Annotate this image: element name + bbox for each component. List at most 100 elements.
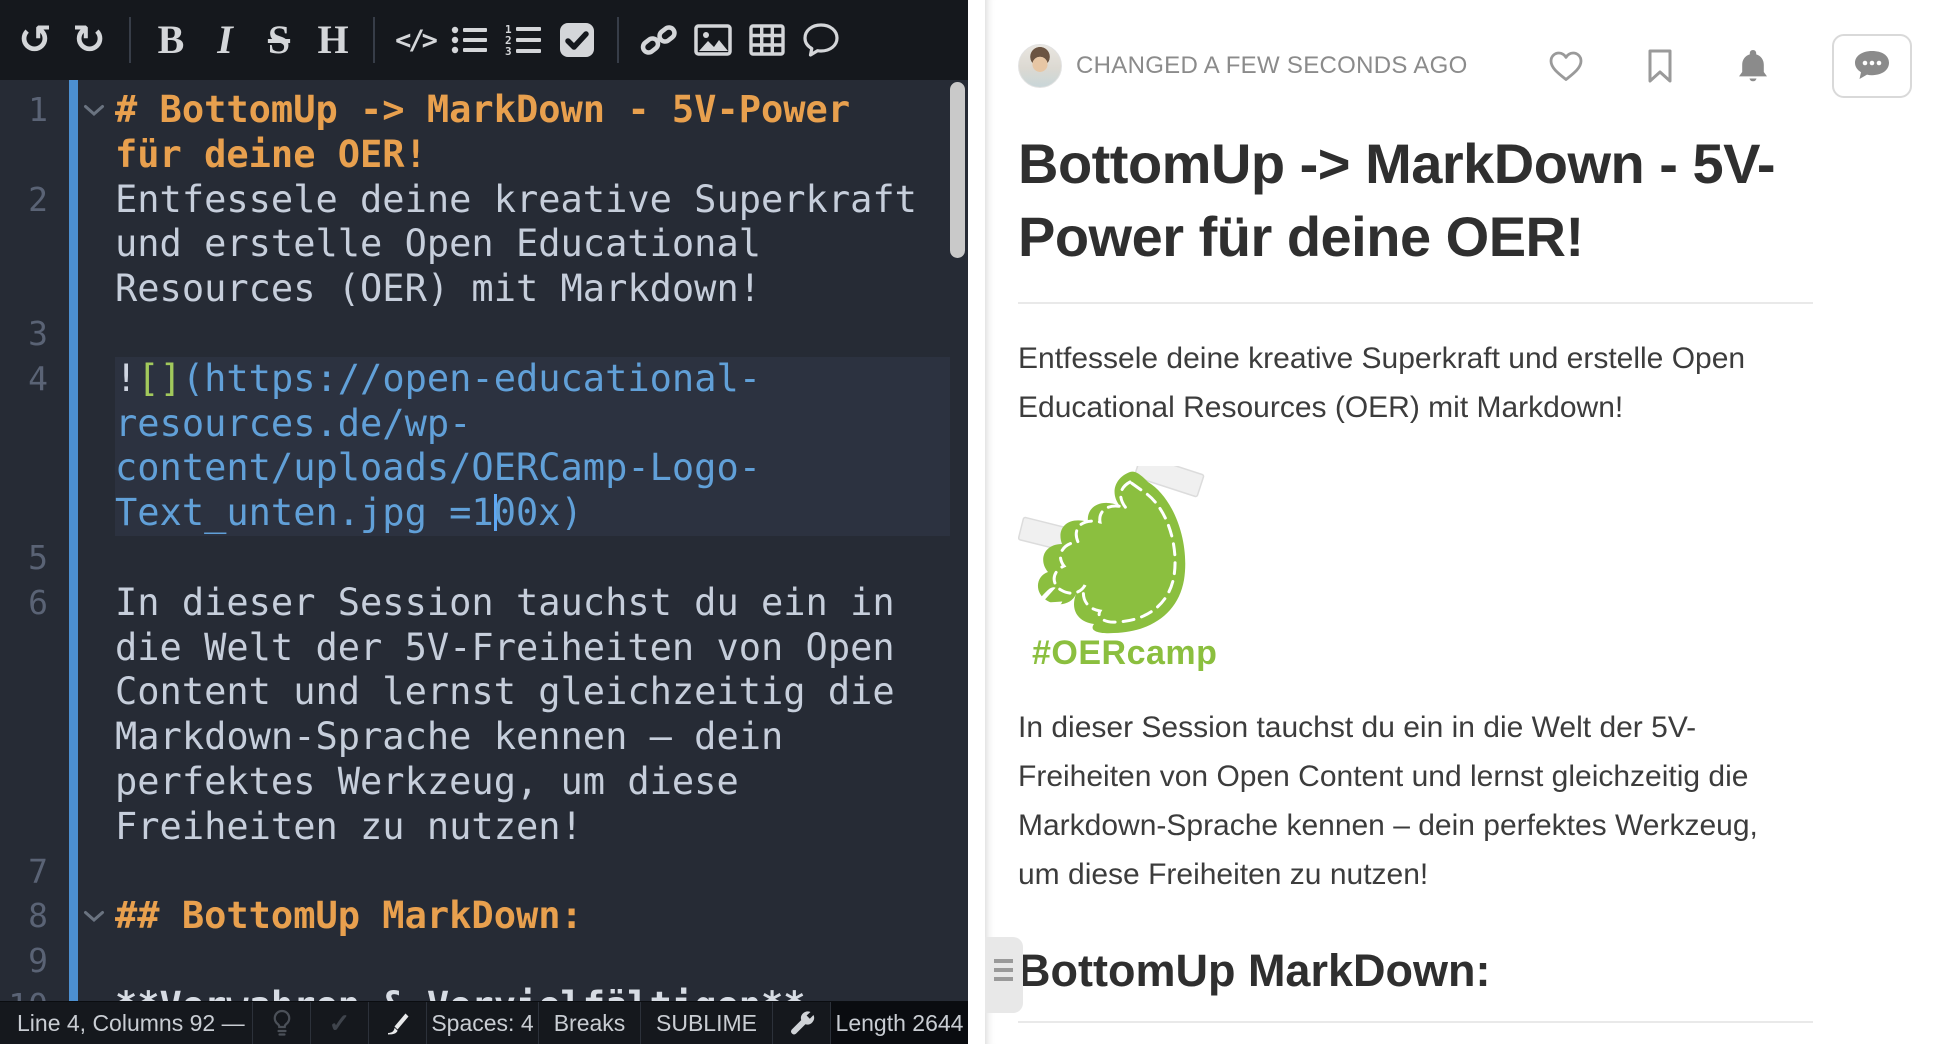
night-mode-button[interactable] [252, 1002, 310, 1044]
editor-line[interactable]: 10 **Verwahren & Vervielfältigen** [0, 984, 968, 1001]
redo-icon: ↻ [72, 20, 106, 60]
bookmark-icon [1646, 49, 1674, 83]
fold-gutter [66, 850, 115, 866]
line-number: 9 [0, 939, 66, 984]
image-button[interactable] [686, 11, 740, 69]
intro-paragraph: Entfessele deine kreative Superkraft und… [1018, 334, 1806, 432]
link-icon [640, 23, 678, 57]
notifications-button[interactable] [1736, 48, 1770, 84]
indent-setting[interactable]: Spaces: 4 [426, 1002, 538, 1044]
app-window: ↺ ↻ B I S H </> 123 [0, 0, 1938, 1044]
editor-line[interactable]: 8 ## BottomUp MarkDown: [0, 894, 968, 939]
comment-icon [802, 22, 840, 58]
code-button[interactable]: </> [388, 11, 442, 69]
preview-header: CHANGED A FEW SECONDS AGO [1018, 40, 1938, 92]
fold-toggle[interactable] [66, 88, 115, 117]
fold-gutter [66, 312, 115, 328]
fold-gutter [66, 536, 115, 552]
ordered-list-button[interactable]: 123 [496, 11, 550, 69]
line-number: 4 [0, 357, 66, 402]
editor-toolbar: ↺ ↻ B I S H </> 123 [0, 0, 968, 80]
like-button[interactable] [1548, 50, 1584, 83]
fold-gutter [66, 357, 115, 373]
line-text[interactable]: In dieser Session tauchst du ein in die … [115, 581, 950, 850]
strikethrough-icon: S [268, 20, 290, 60]
fold-toggle[interactable] [66, 894, 115, 923]
menu-bars-icon [994, 959, 1013, 986]
cursor-position-status: Line 4, Columns 92 — 21 [0, 1002, 252, 1044]
italic-button[interactable]: I [198, 11, 252, 69]
redo-button[interactable]: ↻ [62, 11, 116, 69]
pane-divider[interactable] [968, 0, 985, 1044]
linebreaks-setting[interactable]: Breaks [538, 1002, 640, 1044]
editor-lines: 1# BottomUp -> MarkDown - 5V-Power für d… [0, 80, 968, 1001]
comments-panel-button[interactable] [1832, 34, 1912, 98]
oercamp-logo-caption: #OERcamp [1032, 634, 1938, 673]
editor-line[interactable]: 9 [0, 939, 968, 984]
keymap-setting[interactable]: SUBLIME [640, 1002, 772, 1044]
task-list-button[interactable] [550, 11, 604, 69]
line-text[interactable]: ![](https://open-educational-resources.d… [115, 357, 950, 536]
link-button[interactable] [632, 11, 686, 69]
undo-button[interactable]: ↺ [8, 11, 62, 69]
toolbar-separator [129, 17, 131, 63]
linter-button[interactable] [368, 1002, 426, 1044]
line-text[interactable]: # BottomUp -> MarkDown - 5V-Power für de… [115, 88, 950, 178]
editor-line[interactable]: 3 [0, 312, 968, 357]
toolbar-separator [617, 17, 619, 63]
bold-icon: B [158, 20, 185, 60]
oercamp-flame-image: ✂ [1018, 466, 1214, 634]
session-paragraph: In dieser Session tauchst du ein in die … [1018, 703, 1806, 899]
document-title: BottomUp -> MarkDown - 5V-Power für dein… [1018, 128, 1788, 274]
ordered-list-icon: 123 [505, 24, 541, 56]
line-text[interactable]: **Verwahren & Vervielfältigen** [115, 984, 950, 1001]
editor-line[interactable]: 2Entfessele deine kreative Superkraft un… [0, 178, 968, 312]
check-icon: ✓ [329, 1008, 351, 1039]
bold-button[interactable]: B [144, 11, 198, 69]
italic-icon: I [217, 20, 233, 60]
comment-button[interactable] [794, 11, 848, 69]
bell-icon [1736, 48, 1770, 84]
line-text[interactable] [115, 850, 950, 895]
line-text[interactable] [115, 939, 950, 984]
last-changed-label: CHANGED A FEW SECONDS AGO [1076, 52, 1468, 80]
image-icon [694, 24, 732, 56]
toc-handle[interactable] [985, 937, 1023, 1013]
task-list-icon [559, 22, 595, 58]
editor-code-area[interactable]: 1# BottomUp -> MarkDown - 5V-Power für d… [0, 80, 968, 1001]
undo-icon: ↺ [18, 20, 52, 60]
preferences-button[interactable] [772, 1002, 830, 1044]
editor-pane: ↺ ↻ B I S H </> 123 [0, 0, 968, 1044]
editor-scrollbar[interactable] [950, 82, 965, 258]
editor-line[interactable]: 7 [0, 850, 968, 895]
fold-chevron-icon [83, 910, 105, 923]
line-number: 10 [0, 984, 66, 1001]
unordered-list-button[interactable] [442, 11, 496, 69]
editor-line[interactable]: 5 [0, 536, 968, 581]
editor-line[interactable]: 1# BottomUp -> MarkDown - 5V-Power für d… [0, 88, 968, 178]
title-divider [1018, 302, 1813, 304]
bookmark-button[interactable] [1646, 49, 1674, 83]
lightbulb-icon [272, 1009, 292, 1037]
heading-button[interactable]: H [306, 11, 360, 69]
oercamp-logo: ✂ #OERcamp [1018, 466, 1938, 673]
author-avatar[interactable] [1018, 44, 1062, 88]
line-text[interactable] [115, 536, 950, 581]
table-icon [749, 24, 785, 56]
svg-text:3: 3 [505, 45, 512, 56]
editor-line[interactable]: 6In dieser Session tauchst du ein in die… [0, 581, 968, 850]
strikethrough-button[interactable]: S [252, 11, 306, 69]
line-text[interactable] [115, 312, 950, 357]
line-number: 3 [0, 312, 66, 357]
line-text[interactable]: Entfessele deine kreative Superkraft und… [115, 178, 950, 312]
table-button[interactable] [740, 11, 794, 69]
fold-gutter [66, 939, 115, 955]
heading-icon: H [317, 20, 348, 60]
line-text[interactable]: ## BottomUp MarkDown: [115, 894, 950, 939]
fold-gutter [66, 178, 115, 194]
fold-gutter [66, 581, 115, 597]
line-number: 8 [0, 894, 66, 939]
editor-line[interactable]: 4 ![](https://open-educational-resources.… [0, 357, 968, 536]
spellcheck-button[interactable]: ✓ [310, 1002, 368, 1044]
document-length-status: Length 2644 [830, 1002, 968, 1044]
